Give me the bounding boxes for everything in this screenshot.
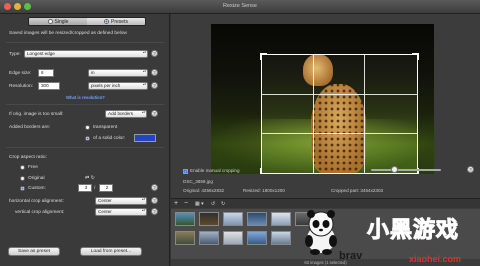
borders-transparent-label: transparent bbox=[93, 125, 118, 130]
crop-free-label: Free bbox=[28, 165, 38, 170]
crop-grid-line bbox=[262, 132, 417, 134]
remove-icon[interactable]: − bbox=[184, 199, 188, 209]
thumbnail[interactable] bbox=[175, 231, 195, 245]
mode-tabs: Single Presets bbox=[28, 17, 146, 26]
type-label: Type: bbox=[9, 52, 21, 57]
thumbnail[interactable] bbox=[247, 212, 267, 226]
ratio-slash: / bbox=[94, 186, 96, 191]
thumbnail[interactable] bbox=[199, 212, 219, 226]
small-help-button[interactable]: ? bbox=[151, 110, 158, 117]
manual-crop-checkbox-row[interactable]: ✓ Enable manual cropping bbox=[183, 168, 240, 174]
file-toolbar: + − ▦ ▾ ↺ ↻ bbox=[171, 198, 480, 208]
edge-help-button[interactable]: ? bbox=[151, 69, 158, 76]
resolution-label: Resolution: bbox=[9, 84, 33, 89]
crop-height-input[interactable]: 2 bbox=[99, 184, 113, 192]
border-color-well[interactable] bbox=[134, 134, 156, 142]
halign-select[interactable]: Center bbox=[95, 197, 147, 205]
zoom-slider-knob[interactable] bbox=[391, 166, 398, 173]
resolution-link[interactable]: What is resolution? bbox=[66, 95, 105, 100]
crop-custom-label: Custom: bbox=[28, 186, 46, 191]
app-window: Resize Sense Single Presets Saved images… bbox=[0, 0, 480, 266]
view-options-icon[interactable]: ▦ ▾ bbox=[195, 199, 204, 209]
zoom-slider[interactable] bbox=[371, 166, 441, 173]
crop-width-input[interactable]: 3 bbox=[78, 184, 92, 192]
title-bar: Resize Sense bbox=[0, 0, 480, 14]
resolution-input[interactable]: 300 bbox=[38, 82, 60, 90]
valign-select[interactable]: Center bbox=[95, 208, 147, 216]
divider bbox=[6, 42, 164, 43]
add-icon[interactable]: + bbox=[174, 199, 178, 209]
thumbnail[interactable] bbox=[223, 212, 243, 226]
tab-presets[interactable]: Presets bbox=[87, 18, 145, 25]
resized-size: Resized: 1800x1200 bbox=[243, 188, 285, 193]
resolution-unit-select[interactable]: pixels per inch bbox=[88, 82, 148, 90]
type-help-button[interactable]: ? bbox=[151, 50, 158, 57]
panda-mascot-logo bbox=[303, 209, 339, 255]
divider bbox=[6, 147, 164, 148]
save-preset-button[interactable]: Save as preset bbox=[8, 247, 60, 256]
crop-handle-top-right[interactable] bbox=[412, 53, 419, 60]
borders-label: Added borders are: bbox=[9, 125, 51, 130]
radio-original[interactable] bbox=[20, 176, 25, 181]
crop-original-label: Original bbox=[28, 176, 45, 181]
edge-unit-select[interactable]: in bbox=[88, 69, 148, 77]
manual-crop-label: Enable manual cropping bbox=[190, 168, 240, 173]
crop-grid-line bbox=[364, 55, 366, 173]
original-size: Original: 4256x2832 bbox=[183, 188, 225, 193]
crop-rectangle[interactable] bbox=[260, 53, 419, 174]
valign-help-button[interactable]: ? bbox=[151, 208, 158, 215]
divider bbox=[6, 104, 164, 105]
preview-help-button[interactable]: ? bbox=[467, 166, 474, 173]
radio-free[interactable] bbox=[20, 165, 25, 170]
valign-label: vertical crop alignment: bbox=[15, 210, 65, 215]
rotate-right-icon[interactable]: ↻ bbox=[221, 199, 225, 209]
swap-orientation-icon[interactable]: ⇄ ↻ bbox=[85, 175, 95, 181]
crop-grid-line bbox=[313, 55, 315, 173]
cropped-size: Cropped part: 3454x2303 bbox=[331, 188, 384, 193]
radio-transparent[interactable] bbox=[85, 125, 90, 130]
watermark-site: xiaohei.com bbox=[409, 254, 462, 264]
settings-panel: Single Presets Saved images will be resi… bbox=[0, 14, 170, 266]
borders-solid-label: of a solid color: bbox=[93, 136, 126, 141]
tab-single[interactable]: Single bbox=[29, 18, 87, 25]
edge-size-label: Edge size: bbox=[9, 71, 32, 76]
watermark-brand: 小黑游戏 bbox=[366, 217, 460, 243]
thumbnail[interactable] bbox=[271, 231, 291, 245]
halign-label: horizontal crop alignment: bbox=[9, 199, 64, 204]
settings-intro: Saved images will be resized/cropped as … bbox=[9, 31, 127, 36]
radio-custom[interactable] bbox=[20, 186, 25, 191]
crop-handle-bottom-left[interactable] bbox=[260, 168, 267, 174]
load-preset-button[interactable]: Load from preset... bbox=[80, 247, 142, 256]
radio-selected-icon bbox=[104, 19, 110, 24]
file-name: DSC_3859.jpg bbox=[183, 179, 213, 184]
preview-image bbox=[211, 24, 434, 174]
check-icon[interactable]: ✓ bbox=[183, 169, 188, 174]
tab-presets-label: Presets bbox=[111, 18, 128, 25]
tab-single-label: Single bbox=[54, 18, 69, 25]
thumbnail[interactable] bbox=[247, 231, 267, 245]
window-title: Resize Sense bbox=[223, 3, 257, 9]
thumbnail[interactable] bbox=[175, 212, 195, 226]
edge-size-input[interactable]: 6 bbox=[38, 69, 54, 77]
radio-solid-color[interactable] bbox=[85, 136, 90, 141]
small-image-label: If orig. image is too small: bbox=[9, 112, 64, 117]
rotate-left-icon[interactable]: ↺ bbox=[211, 199, 215, 209]
type-select[interactable]: Longest edge bbox=[24, 50, 148, 58]
thumbnail[interactable] bbox=[223, 231, 243, 245]
halign-help-button[interactable]: ? bbox=[151, 197, 158, 204]
preview-area: ✓ Enable manual cropping ? DSC_3859.jpg O… bbox=[171, 14, 480, 266]
thumbnail[interactable] bbox=[271, 212, 291, 226]
crop-grid-line bbox=[262, 93, 417, 95]
crop-help-button[interactable]: ? bbox=[151, 184, 158, 191]
watermark-partial: brav bbox=[339, 250, 363, 262]
crop-ratio-label: Crop aspect ratio: bbox=[9, 155, 47, 160]
crop-handle-top-left[interactable] bbox=[260, 53, 267, 60]
resolution-help-button[interactable]: ? bbox=[151, 82, 158, 89]
thumbnail[interactable] bbox=[199, 231, 219, 245]
radio-icon bbox=[47, 19, 53, 24]
small-image-select[interactable]: Add borders bbox=[105, 110, 147, 118]
